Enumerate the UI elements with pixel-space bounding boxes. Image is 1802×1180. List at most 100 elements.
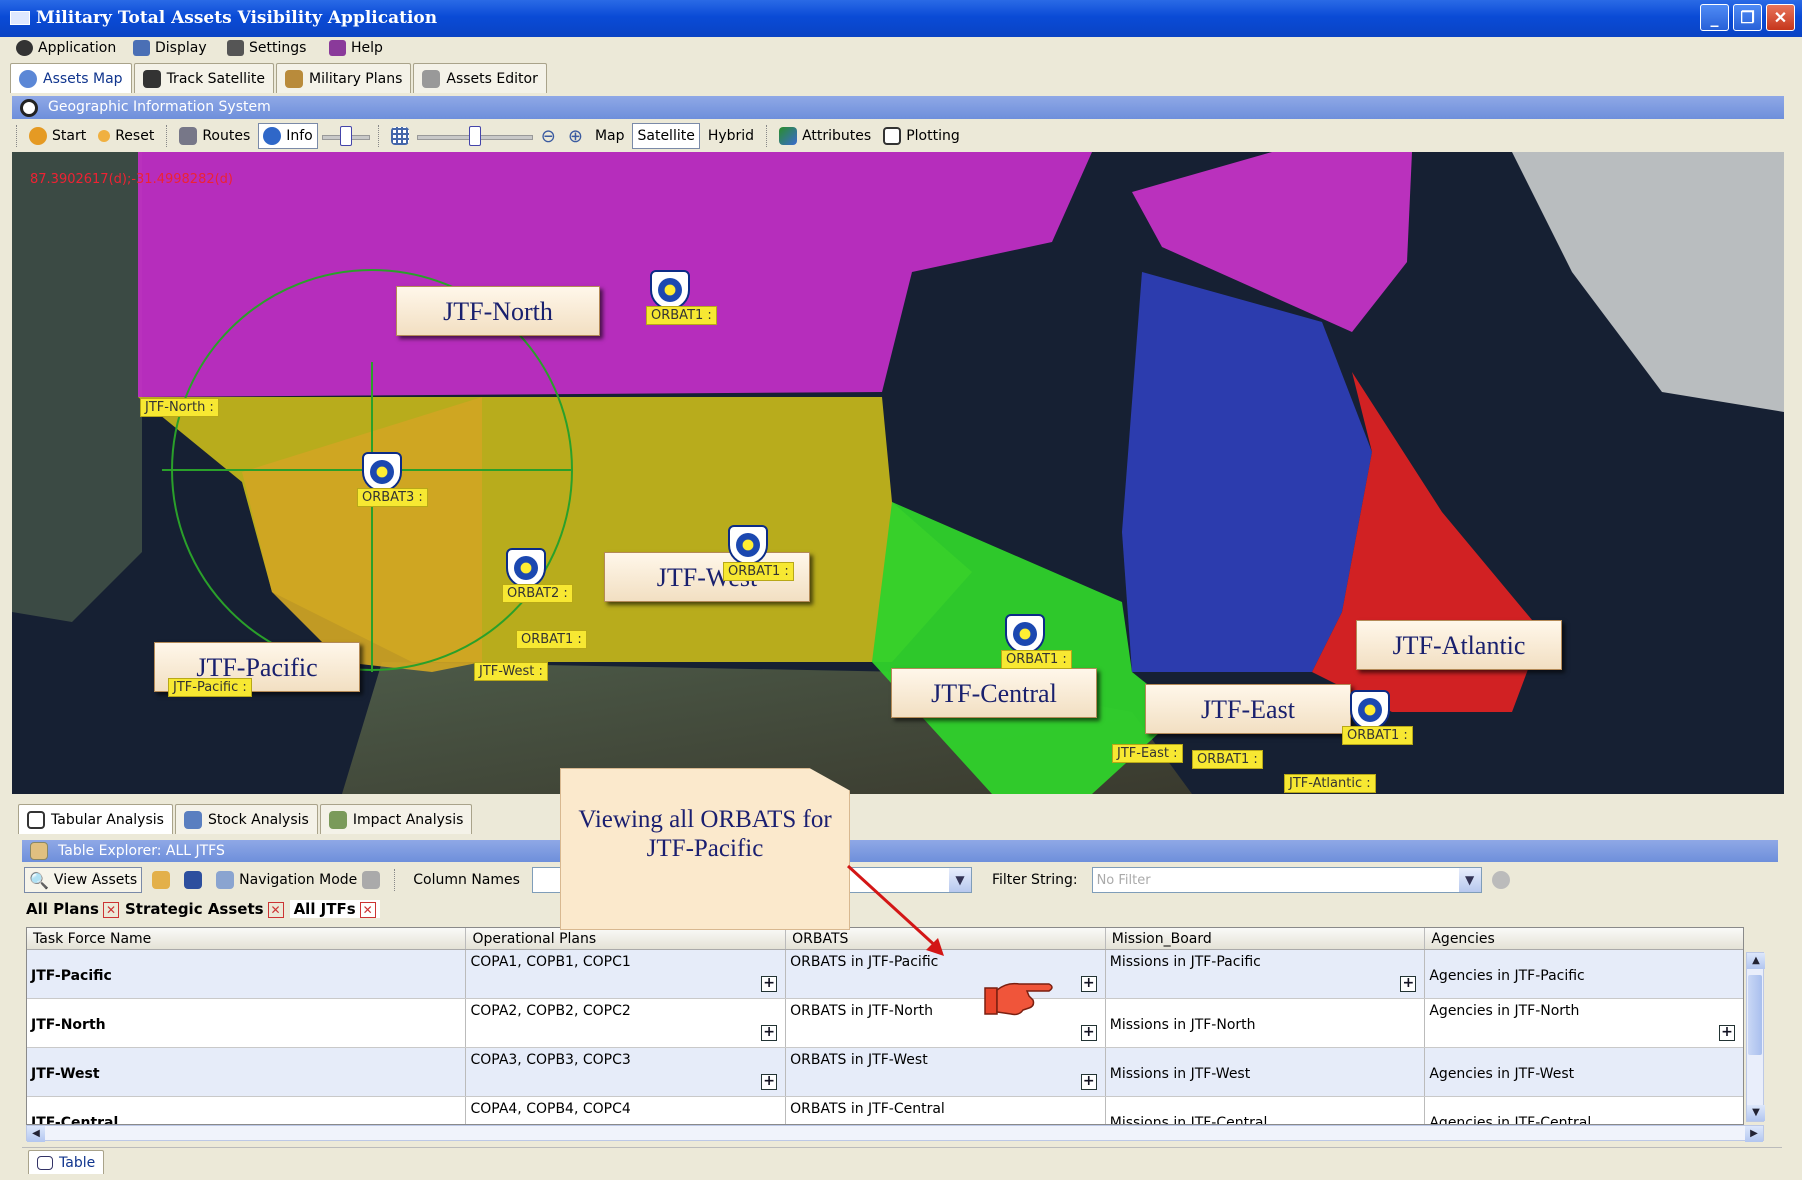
map-view-button[interactable]: Map — [591, 123, 629, 149]
filter-tab-strategic-assets[interactable]: Strategic Assets ✕ — [125, 900, 284, 918]
orbat-tag: ORBAT2 : — [502, 584, 573, 603]
filter-tab-all-plans[interactable]: All Plans ✕ — [26, 900, 119, 918]
expand-icon[interactable]: + — [1080, 1074, 1097, 1090]
tab-track-satellite[interactable]: Track Satellite — [133, 63, 274, 93]
orbat-marker[interactable] — [506, 548, 546, 588]
expand-icon[interactable]: + — [761, 1025, 778, 1041]
grid-button[interactable] — [387, 123, 413, 149]
globe-icon — [19, 69, 37, 88]
orbat-marker[interactable] — [1350, 690, 1390, 730]
expand-icon[interactable]: + — [1718, 1025, 1735, 1041]
window-title: Military Total Assets Visibility Applica… — [36, 8, 438, 28]
expand-icon[interactable]: + — [1080, 1025, 1097, 1041]
table-icon — [27, 810, 45, 829]
expand-icon[interactable]: + — [761, 976, 778, 992]
scroll-up-icon[interactable]: ▲ — [1747, 953, 1765, 969]
slider-knob[interactable] — [339, 126, 352, 146]
tab-impact-analysis[interactable]: Impact Analysis — [319, 804, 473, 834]
operational-plans-cell: COPA1, COPB1, COPC1 + — [466, 950, 787, 998]
gear-icon — [29, 127, 47, 145]
apply-filter-icon[interactable] — [1491, 871, 1510, 889]
column-header[interactable]: Operational Plans — [466, 928, 787, 949]
satellite-map[interactable]: 87.3902617(d);-31.4998282(d) JTF-North J… — [12, 152, 1784, 794]
table-row[interactable]: JTF-North COPA2, COPB2, COPC2 + ORBATS in… — [27, 999, 1743, 1048]
open-button[interactable] — [148, 867, 174, 893]
tab-military-plans[interactable]: Military Plans — [276, 63, 412, 93]
expand-icon[interactable]: + — [1080, 976, 1097, 992]
tab-table[interactable]: Table — [28, 1150, 105, 1174]
close-icon[interactable]: ✕ — [359, 902, 376, 918]
tab-stock-analysis[interactable]: Stock Analysis — [174, 804, 318, 834]
slider-knob[interactable] — [468, 126, 481, 146]
scroll-right-icon[interactable]: ▶ — [1745, 1126, 1763, 1142]
satellite-view-button[interactable]: Satellite — [632, 123, 700, 149]
tab-label: Tabular Analysis — [51, 811, 164, 828]
zoom-in-button[interactable]: ⊕ — [564, 123, 587, 149]
orbat-marker[interactable] — [650, 270, 690, 310]
agencies-cell: Agencies in JTF-North + — [1425, 999, 1743, 1047]
menu-help[interactable]: Help — [329, 40, 383, 56]
region-tag: JTF-East : — [1112, 744, 1183, 763]
info-button[interactable]: Info — [258, 123, 318, 149]
menu-display[interactable]: Display — [133, 40, 207, 56]
restore-icon[interactable]: ❐ — [1733, 4, 1762, 31]
orbat-marker[interactable] — [1005, 614, 1045, 654]
landmass-west — [12, 152, 142, 622]
navigation-mode-label: Navigation Mode — [239, 872, 358, 888]
scroll-thumb[interactable] — [1748, 975, 1762, 1055]
tab-assets-map[interactable]: Assets Map — [10, 63, 132, 93]
table-icon — [37, 1155, 53, 1170]
horizontal-scrollbar[interactable]: ◀ ▶ — [26, 1125, 1764, 1142]
chevron-down-icon[interactable]: ▼ — [948, 868, 971, 892]
tab-assets-editor[interactable]: Assets Editor — [413, 63, 547, 93]
menu-application[interactable]: Application — [16, 40, 116, 56]
reset-button[interactable]: Reset — [94, 123, 158, 149]
column-header[interactable]: Mission_Board — [1106, 928, 1426, 949]
column-header[interactable]: Agencies — [1425, 928, 1743, 949]
table-icon — [30, 842, 48, 860]
expand-icon[interactable]: + — [1400, 976, 1417, 992]
attributes-button[interactable]: Attributes — [775, 123, 875, 149]
filter-string-input[interactable]: No Filter ▼ — [1091, 867, 1482, 893]
zoom-slider[interactable] — [416, 126, 533, 146]
routes-button[interactable]: Routes — [175, 123, 254, 149]
zoom-out-button[interactable]: ⊖ — [537, 123, 560, 149]
orbat-marker[interactable] — [728, 525, 768, 565]
annotation-callout: Viewing all ORBATS for JTF-Pacific — [560, 768, 850, 930]
scroll-down-icon[interactable]: ▼ — [1747, 1105, 1765, 1121]
expand-icon[interactable]: + — [761, 1074, 778, 1090]
plotting-button[interactable]: Plotting — [879, 123, 964, 149]
table-row[interactable]: JTF-West COPA3, COPB3, COPC3 + ORBATS in … — [27, 1048, 1743, 1097]
scroll-left-icon[interactable]: ◀ — [27, 1126, 45, 1142]
hybrid-view-button[interactable]: Hybrid — [704, 123, 758, 149]
cell-text: COPA3, COPB3, COPC3 — [470, 1052, 631, 1068]
operational-plans-cell: COPA2, COPB2, COPC2 + — [466, 999, 787, 1047]
toolbar-separator — [394, 869, 396, 891]
menu-settings[interactable]: Settings — [227, 40, 306, 56]
minimize-icon[interactable]: _ — [1700, 4, 1729, 31]
vertical-scrollbar[interactable]: ▲ ▼ — [1746, 952, 1765, 1122]
navigation-mode-button[interactable]: Navigation Mode — [212, 867, 384, 893]
save-button[interactable] — [180, 867, 206, 893]
task-force-name: JTF-Pacific — [27, 950, 467, 998]
table-row[interactable]: JTF-Central COPA4, COPB4, COPC4 ORBATS i… — [27, 1097, 1743, 1124]
start-button[interactable]: Start — [25, 123, 90, 149]
view-assets-button[interactable]: 🔍 View Assets — [24, 867, 143, 893]
opacity-slider[interactable] — [321, 126, 370, 146]
close-icon[interactable]: ✕ — [102, 902, 119, 918]
close-icon[interactable]: ✕ — [267, 902, 284, 918]
tab-tabular-analysis[interactable]: Tabular Analysis — [18, 804, 173, 834]
close-icon[interactable]: ✕ — [1766, 4, 1795, 31]
tools-icon — [227, 40, 244, 56]
filter-tab-all-jtfs[interactable]: All JTFs ✕ — [289, 900, 380, 918]
chevron-down-icon[interactable]: ▼ — [1458, 868, 1481, 892]
menu-label: Display — [155, 40, 207, 56]
task-force-name: JTF-North — [27, 999, 467, 1047]
orbat-marker[interactable] — [362, 452, 402, 492]
column-header[interactable]: Task Force Name — [27, 928, 467, 949]
info-icon — [263, 127, 282, 145]
mission-board-cell: Missions in JTF-Pacific + — [1106, 950, 1426, 998]
operational-plans-cell: COPA3, COPB3, COPC3 + — [466, 1048, 787, 1096]
toolbar-separator — [166, 125, 168, 147]
cell-text: ORBATS in JTF-North — [790, 1003, 933, 1019]
